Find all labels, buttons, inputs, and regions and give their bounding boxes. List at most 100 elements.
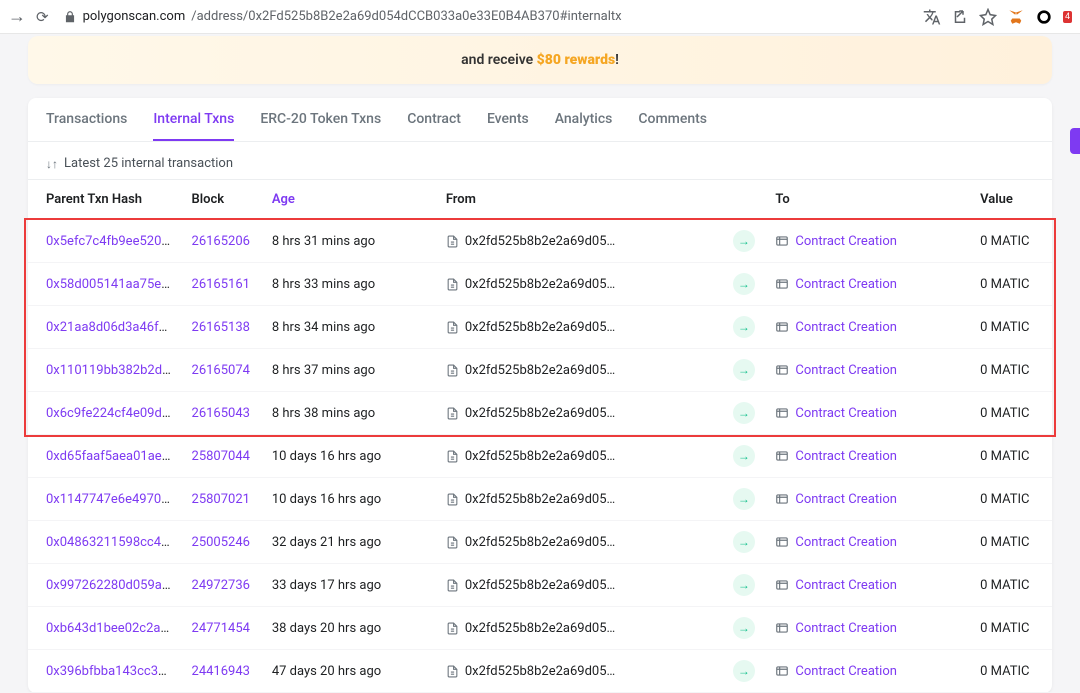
from-cell: 0x2fd525b8b2e2a69d05… [436,650,723,693]
txn-hash-link[interactable]: 0x21aa8d06d3a46f01ef3… [46,320,182,335]
tab-analytics[interactable]: Analytics [555,98,613,141]
metamask-icon[interactable] [1007,8,1025,26]
reload-icon[interactable]: ⟳ [36,8,49,26]
to-link[interactable]: Contract Creation [795,492,897,507]
txn-hash-link[interactable]: 0x1147747e6e49702652… [46,492,182,507]
txn-hash-link[interactable]: 0x58d005141aa75ef932… [46,277,182,292]
from-cell: 0x2fd525b8b2e2a69d05… [436,521,723,564]
share-icon[interactable] [951,8,969,26]
txn-hash-link[interactable]: 0xd65faaf5aea01aec7ec… [46,449,182,464]
to-link[interactable]: Contract Creation [795,234,897,249]
txn-hash-link[interactable]: 0xb643d1bee02c2af006… [46,621,182,636]
tab-contract[interactable]: Contract [407,98,461,141]
from-cell: 0x2fd525b8b2e2a69d05… [436,263,723,306]
txn-hash-link[interactable]: 0x5efc7c4fb9ee52098cf0… [46,234,182,249]
th-value[interactable]: Value [970,180,1052,220]
tab-comments[interactable]: Comments [638,98,707,141]
lock-icon [63,10,77,24]
to-link[interactable]: Contract Creation [795,406,897,421]
url-box[interactable]: polygonscan.com/address/0x2Fd525b8B2e2a6… [59,9,626,24]
value-cell: 0 MATIC [970,306,1052,349]
value-cell: 0 MATIC [970,220,1052,263]
txn-hash-link[interactable]: 0x110119bb382b2daf861… [46,363,182,378]
sort-icon[interactable]: ↓↑ [46,157,58,171]
from-address[interactable]: 0x2fd525b8b2e2a69d05… [465,578,615,593]
from-address[interactable]: 0x2fd525b8b2e2a69d05… [465,621,615,636]
from-address[interactable]: 0x2fd525b8b2e2a69d05… [465,363,615,378]
star-icon[interactable] [979,8,997,26]
block-link[interactable]: 24416943 [192,664,250,679]
from-cell: 0x2fd525b8b2e2a69d05… [436,607,723,650]
to-link[interactable]: Contract Creation [795,320,897,335]
forward-icon[interactable]: → [8,6,26,27]
contract-icon [775,621,789,635]
circle-icon[interactable] [1035,8,1053,26]
to-link[interactable]: Contract Creation [795,363,897,378]
to-link[interactable]: Contract Creation [795,277,897,292]
from-address[interactable]: 0x2fd525b8b2e2a69d05… [465,449,615,464]
to-link[interactable]: Contract Creation [795,449,897,464]
to-link[interactable]: Contract Creation [795,664,897,679]
file-icon [446,622,459,635]
value-cell: 0 MATIC [970,607,1052,650]
block-link[interactable]: 25807021 [192,492,250,507]
block-link[interactable]: 26165138 [192,320,250,335]
from-address[interactable]: 0x2fd525b8b2e2a69d05… [465,277,615,292]
block-link[interactable]: 26165074 [192,363,250,378]
contract-icon [775,449,789,463]
from-address[interactable]: 0x2fd525b8b2e2a69d05… [465,234,615,249]
url-path: /address/0x2Fd525b8B2e2a69d054dCCB033a0e… [191,9,621,24]
block-link[interactable]: 24771454 [192,621,250,636]
file-icon [446,278,459,291]
from-address[interactable]: 0x2fd525b8b2e2a69d05… [465,406,615,421]
extension-badge[interactable]: 4 [1063,11,1072,23]
block-link[interactable]: 26165206 [192,234,250,249]
from-address[interactable]: 0x2fd525b8b2e2a69d05… [465,664,615,679]
block-link[interactable]: 26165043 [192,406,250,421]
table-meta: ↓↑ Latest 25 internal transaction [28,142,1052,179]
th-hash[interactable]: Parent Txn Hash [28,180,182,220]
from-address[interactable]: 0x2fd525b8b2e2a69d05… [465,492,615,507]
block-link[interactable]: 26165161 [192,277,250,292]
contract-icon [775,664,789,678]
txn-hash-link[interactable]: 0x04863211598cc4c0b0… [46,535,182,550]
arrow-icon: → [733,660,755,682]
translate-icon[interactable] [923,8,941,26]
block-link[interactable]: 24972736 [192,578,250,593]
tab-transactions[interactable]: Transactions [46,98,127,141]
tab-internal-txns[interactable]: Internal Txns [153,98,234,141]
txn-hash-link[interactable]: 0x997262280d059ae685… [46,578,182,593]
value-cell: 0 MATIC [970,478,1052,521]
contract-icon [775,320,789,334]
table-row: 0x997262280d059ae685…2497273633 days 17 … [28,564,1052,607]
age-cell: 8 hrs 37 mins ago [262,349,436,392]
to-link[interactable]: Contract Creation [795,535,897,550]
arrow-icon: → [733,402,755,424]
th-to[interactable]: To [765,180,970,220]
th-age[interactable]: Age [262,180,436,220]
tab-events[interactable]: Events [487,98,529,141]
to-link[interactable]: Contract Creation [795,621,897,636]
url-host: polygonscan.com [83,9,186,24]
tab-bar: Transactions Internal Txns ERC-20 Token Tx… [28,98,1052,142]
feedback-pill[interactable] [1070,128,1080,154]
age-cell: 10 days 16 hrs ago [262,478,436,521]
contract-icon [775,277,789,291]
th-from[interactable]: From [436,180,723,220]
from-cell: 0x2fd525b8b2e2a69d05… [436,306,723,349]
block-link[interactable]: 25005246 [192,535,250,550]
txn-hash-link[interactable]: 0x6c9fe224cf4e09d436d… [46,406,182,421]
block-link[interactable]: 25807044 [192,449,250,464]
age-cell: 10 days 16 hrs ago [262,435,436,478]
value-cell: 0 MATIC [970,349,1052,392]
txn-hash-link[interactable]: 0x396bfbba143cc32037… [46,664,182,679]
from-address[interactable]: 0x2fd525b8b2e2a69d05… [465,320,615,335]
table-row: 0x04863211598cc4c0b0…2500524632 days 21 … [28,521,1052,564]
table-row: 0x1147747e6e49702652… 25807021 10 days 16 … [28,478,1052,521]
tab-erc-20-token-txns[interactable]: ERC-20 Token Txns [260,98,381,141]
to-link[interactable]: Contract Creation [795,578,897,593]
from-address[interactable]: 0x2fd525b8b2e2a69d05… [465,535,615,550]
th-block[interactable]: Block [182,180,262,220]
value-cell: 0 MATIC [970,435,1052,478]
promo-banner[interactable]: and receive $80 rewards! [28,36,1052,84]
